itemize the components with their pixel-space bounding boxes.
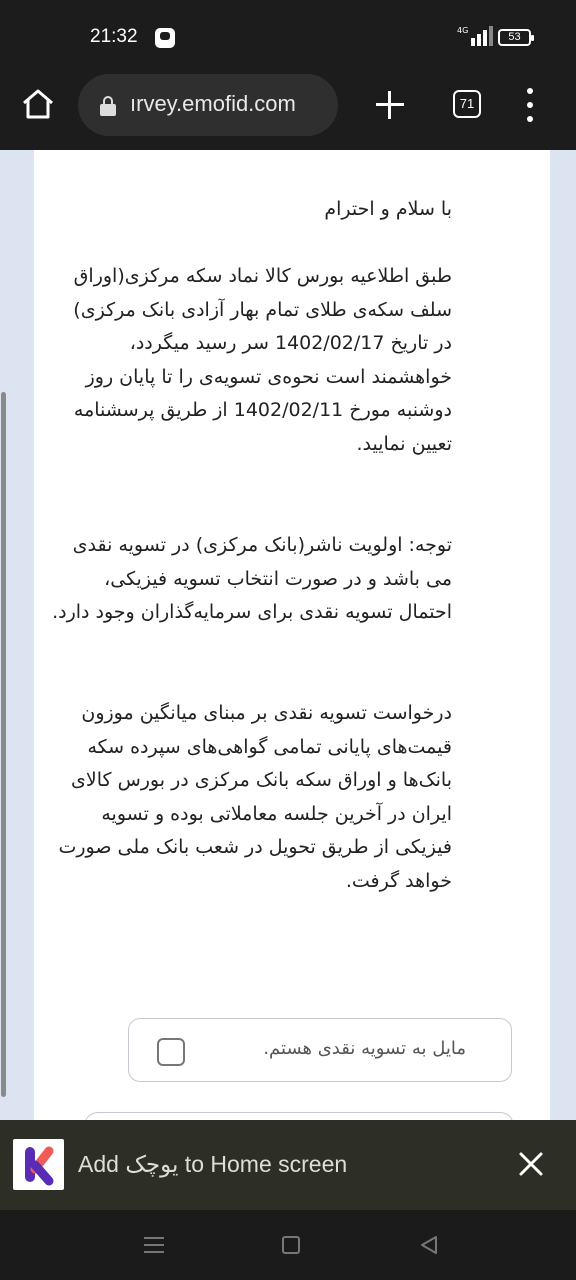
cut-off-text: . . . — [192, 150, 452, 161]
add-to-home-text[interactable]: Add یوچک to Home screen — [78, 1151, 347, 1178]
new-tab-icon[interactable] — [372, 86, 408, 122]
paragraph-notice: طبق اطلاعیه بورس کالا نماد سکه مرکزی(اور… — [73, 265, 452, 455]
scrollbar[interactable] — [1, 392, 6, 1097]
status-bar: 21:32 4G 53 — [0, 0, 576, 72]
cash-settlement-option[interactable]: مایل به تسویه نقدی هستم. — [128, 1018, 512, 1082]
recent-apps-icon[interactable] — [144, 1235, 164, 1255]
lock-icon — [100, 96, 116, 116]
back-icon[interactable] — [418, 1234, 440, 1256]
browser-toolbar: ırvey.emofid.com 71 — [0, 72, 576, 150]
status-time: 21:32 — [90, 26, 138, 47]
paragraph-note: توجه: اولویت ناشر(بانک مرکزی) در تسویه ن… — [52, 534, 452, 623]
home-icon[interactable] — [20, 86, 56, 122]
app-icon — [13, 1139, 64, 1190]
overflow-menu-icon[interactable] — [520, 88, 540, 122]
notification-icon — [155, 28, 175, 48]
url-text: ırvey.emofid.com — [130, 91, 296, 116]
add-to-home-banner[interactable]: Add یوچک to Home screen — [0, 1120, 576, 1210]
cash-settlement-label: مایل به تسویه نقدی هستم. — [263, 1038, 466, 1059]
close-icon[interactable] — [515, 1148, 547, 1180]
greeting-text: با سلام و احترام — [324, 198, 452, 220]
next-option-edge[interactable] — [84, 1112, 514, 1120]
tab-switcher-icon[interactable]: 71 — [453, 90, 481, 118]
url-bar[interactable]: ırvey.emofid.com — [78, 74, 338, 136]
survey-card: . . . با سلام و احترام طبق اطلاعیه بورس … — [34, 150, 550, 1120]
system-nav-bar — [0, 1210, 576, 1280]
nav-home-icon[interactable] — [282, 1236, 300, 1254]
network-type: 4G — [457, 26, 469, 35]
paragraph-details: درخواست تسویه نقدی بر مبنای میانگین موزو… — [58, 702, 452, 892]
signal-icon: 4G — [457, 26, 493, 46]
cash-settlement-checkbox[interactable] — [157, 1038, 185, 1066]
battery-icon: 53 — [498, 29, 534, 46]
